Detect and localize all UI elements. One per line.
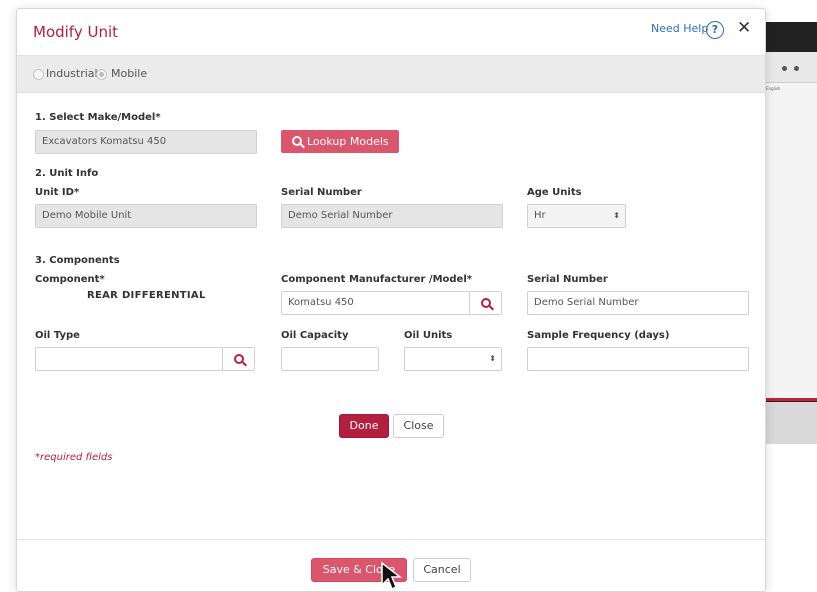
- oil-capacity-label: Oil Capacity: [281, 330, 349, 341]
- oil-capacity-field[interactable]: [281, 347, 379, 371]
- manufacturer-search-button[interactable]: [470, 291, 502, 315]
- oil-type-field[interactable]: [35, 347, 223, 371]
- window-dot-icon: [782, 66, 787, 71]
- unit-id-value: Demo Mobile Unit: [42, 210, 132, 221]
- modal-header: Modify Unit Need Help ? ✕: [17, 9, 765, 56]
- radio-mobile[interactable]: [96, 69, 107, 80]
- close-icon[interactable]: ✕: [737, 18, 751, 38]
- component-manufacturer-label: Component Manufacturer /Model*: [281, 274, 473, 285]
- radio-mobile-label[interactable]: Mobile: [111, 67, 147, 80]
- oil-units-select[interactable]: ⬍: [404, 347, 502, 371]
- cancel-button[interactable]: Cancel: [413, 558, 471, 582]
- sample-frequency-label: Sample Frequency (days): [527, 330, 670, 341]
- component-manufacturer-field[interactable]: Komatsu 450: [281, 291, 470, 315]
- component-serial-value: Demo Serial Number: [534, 297, 639, 308]
- modal-title: Modify Unit: [33, 23, 119, 41]
- done-button[interactable]: Done: [339, 414, 389, 438]
- section-make-model-heading: 1. Select Make/Model*: [35, 112, 161, 123]
- component-value: REAR DIFFERENTIAL: [87, 290, 206, 301]
- oil-type-search-button[interactable]: [223, 347, 255, 371]
- make-model-value: Excavators Komatsu 450: [42, 136, 167, 147]
- unit-type-bar: Industrial Mobile: [17, 56, 765, 93]
- radio-industrial[interactable]: [33, 69, 44, 80]
- close-button[interactable]: Close: [393, 414, 444, 438]
- background-app-screen: English: [760, 52, 817, 401]
- unit-id-label: Unit ID*: [35, 187, 80, 198]
- background-app-bar: [760, 52, 817, 83]
- component-manufacturer-value: Komatsu 450: [288, 297, 354, 308]
- unit-id-field[interactable]: Demo Mobile Unit: [35, 204, 257, 228]
- need-help-link[interactable]: Need Help: [651, 22, 708, 35]
- make-model-field[interactable]: Excavators Komatsu 450: [35, 130, 257, 154]
- unit-serial-value: Demo Serial Number: [288, 210, 393, 221]
- age-units-select[interactable]: Hr ⬍: [527, 204, 626, 228]
- required-fields-note: *required fields: [35, 452, 113, 463]
- component-label: Component*: [35, 274, 105, 285]
- oil-units-label: Oil Units: [404, 330, 453, 341]
- unit-serial-field[interactable]: Demo Serial Number: [281, 204, 503, 228]
- sample-frequency-field[interactable]: [527, 347, 749, 371]
- age-units-value: Hr: [534, 210, 546, 221]
- help-icon[interactable]: ?: [706, 21, 724, 39]
- section-components-heading: 3. Components: [35, 255, 120, 266]
- radio-industrial-label[interactable]: Industrial: [46, 67, 98, 80]
- footer-divider: [17, 539, 765, 540]
- search-icon: [292, 136, 302, 146]
- component-serial-field[interactable]: Demo Serial Number: [527, 291, 749, 315]
- modify-unit-modal: Modify Unit Need Help ? ✕ Industrial Mob…: [16, 8, 766, 592]
- unit-serial-label: Serial Number: [281, 187, 362, 198]
- lookup-models-button[interactable]: Lookup Models: [281, 130, 399, 153]
- oil-type-label: Oil Type: [35, 330, 80, 341]
- age-units-label: Age Units: [527, 187, 582, 198]
- section-unit-info-heading: 2. Unit Info: [35, 168, 99, 179]
- lookup-models-label: Lookup Models: [307, 135, 389, 148]
- background-monitor-stand: [760, 402, 817, 444]
- window-dot-icon: [794, 66, 799, 71]
- search-icon: [481, 298, 491, 308]
- search-icon: [234, 354, 244, 364]
- background-language-label: English: [766, 86, 781, 91]
- component-serial-label: Serial Number: [527, 274, 608, 285]
- select-caret-icon: ⬍: [613, 211, 620, 220]
- select-caret-icon: ⬍: [489, 354, 496, 363]
